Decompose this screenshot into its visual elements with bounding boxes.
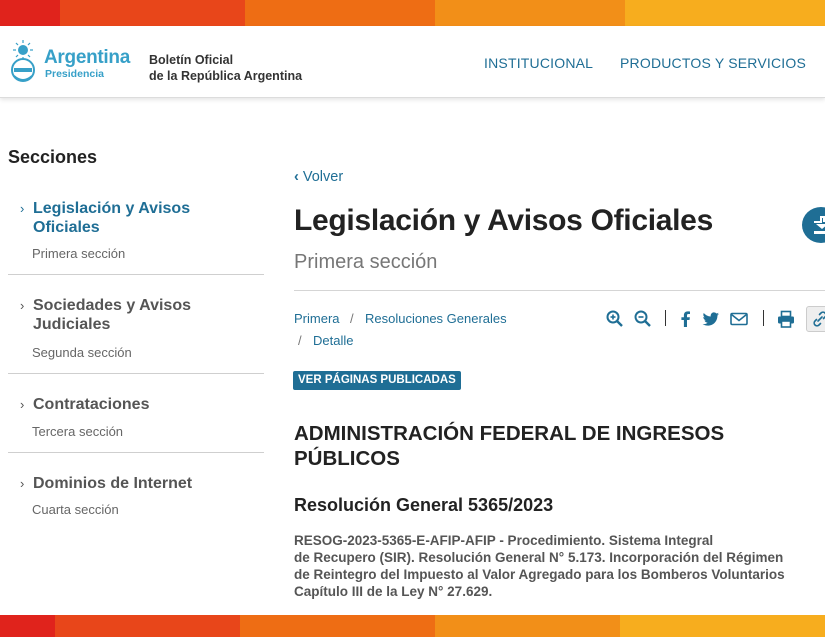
sidebar-item-subtitle: Cuarta sección	[32, 502, 119, 517]
chevron-right-icon: ›	[20, 201, 25, 216]
chevron-right-icon: ›	[20, 298, 25, 313]
resolution-summary-line: de Reintegro del Impuesto al Valor Agreg…	[294, 567, 785, 582]
facebook-icon[interactable]	[676, 309, 696, 329]
sidebar-heading: Secciones	[8, 147, 98, 167]
back-link[interactable]: ‹ Volver	[294, 169, 343, 185]
breadcrumb-detalle[interactable]: Detalle	[313, 333, 353, 348]
top-color-strip	[0, 0, 825, 26]
resolution-summary-line: RESOG-2023-5365-E-AFIP-AFIP - Procedimie…	[294, 533, 714, 548]
logo-subname: Presidencia	[45, 68, 104, 80]
sun-emblem-icon	[11, 40, 35, 82]
toolbar-divider	[665, 310, 666, 326]
page-subtitle: Primera sección	[294, 251, 438, 273]
organization-name: ADMINISTRACIÓN FEDERAL DE INGRESOS PÚBLI…	[294, 422, 725, 470]
site-header: Argentina Presidencia Boletín Oficial de…	[0, 26, 825, 98]
zoom-out-icon[interactable]	[633, 309, 653, 329]
title-divider	[294, 290, 825, 291]
sidebar-item-title: Contrataciones	[33, 396, 150, 413]
copy-link-button[interactable]	[806, 306, 825, 332]
zoom-in-icon[interactable]	[605, 309, 625, 329]
download-icon	[814, 216, 825, 234]
resolution-summary: RESOG-2023-5365-E-AFIP-AFIP - Procedimie…	[294, 532, 825, 600]
toolbar-divider	[763, 310, 764, 326]
sidebar-item-title: Legislación y Avisos Oficiales	[33, 200, 191, 236]
chevron-left-icon: ‹	[294, 169, 299, 185]
page-title: Legislación y Avisos Oficiales	[294, 204, 713, 237]
breadcrumb-resoluciones-generales[interactable]: Resoluciones Generales	[365, 311, 507, 326]
chevron-right-icon: ›	[20, 476, 25, 491]
twitter-icon[interactable]	[701, 309, 721, 329]
nav-item-institucional[interactable]: INSTITUCIONAL	[484, 55, 593, 71]
ver-paginas-publicadas-button[interactable]: VER PÁGINAS PUBLICADAS	[293, 371, 461, 390]
link-icon	[813, 311, 825, 327]
breadcrumb-separator: /	[298, 333, 302, 348]
sidebar-item-subtitle: Segunda sección	[32, 345, 132, 360]
sidebar-item-subtitle: Tercera sección	[32, 424, 124, 439]
resolution-summary-line: de Recupero (SIR). Resolución General N°…	[294, 550, 784, 565]
nav-item-productos-y-servicios[interactable]: PRODUCTOS Y SERVICIOS	[620, 55, 806, 71]
resolution-summary-line: Capítulo III de la Ley N° 27.629.	[294, 584, 493, 599]
site-title[interactable]: Boletín Oficial de la República Argentin…	[149, 52, 302, 84]
download-button[interactable]	[802, 207, 825, 243]
sidebar-item-dominios[interactable]: › Dominios de Internet Cuarta sección	[8, 474, 264, 519]
sidebar-item-contrataciones[interactable]: › Contrataciones Tercera sección	[8, 395, 264, 453]
breadcrumb-separator: /	[350, 311, 354, 326]
resolution-title: Resolución General 5365/2023	[294, 495, 554, 515]
chevron-right-icon: ›	[20, 397, 25, 412]
logo-name[interactable]: Argentina	[44, 47, 130, 69]
site-title-line-1: Boletín Oficial	[149, 53, 234, 67]
breadcrumb-primera[interactable]: Primera	[294, 311, 340, 326]
sidebar-item-title: Sociedades y Avisos Judiciales	[33, 297, 191, 333]
site-title-line-2: de la República Argentina	[149, 69, 303, 83]
sidebar-item-legislacion[interactable]: › Legislación y Avisos Oficiales Primera…	[8, 199, 264, 275]
bottom-color-strip	[0, 615, 825, 637]
print-icon[interactable]	[776, 309, 796, 329]
back-link-label: Volver	[302, 169, 344, 185]
sidebar-item-title: Dominios de Internet	[33, 475, 193, 492]
sidebar-item-subtitle: Primera sección	[32, 246, 126, 261]
email-icon[interactable]	[729, 309, 749, 329]
sidebar-item-sociedades[interactable]: › Sociedades y Avisos Judiciales Segunda…	[8, 296, 264, 374]
